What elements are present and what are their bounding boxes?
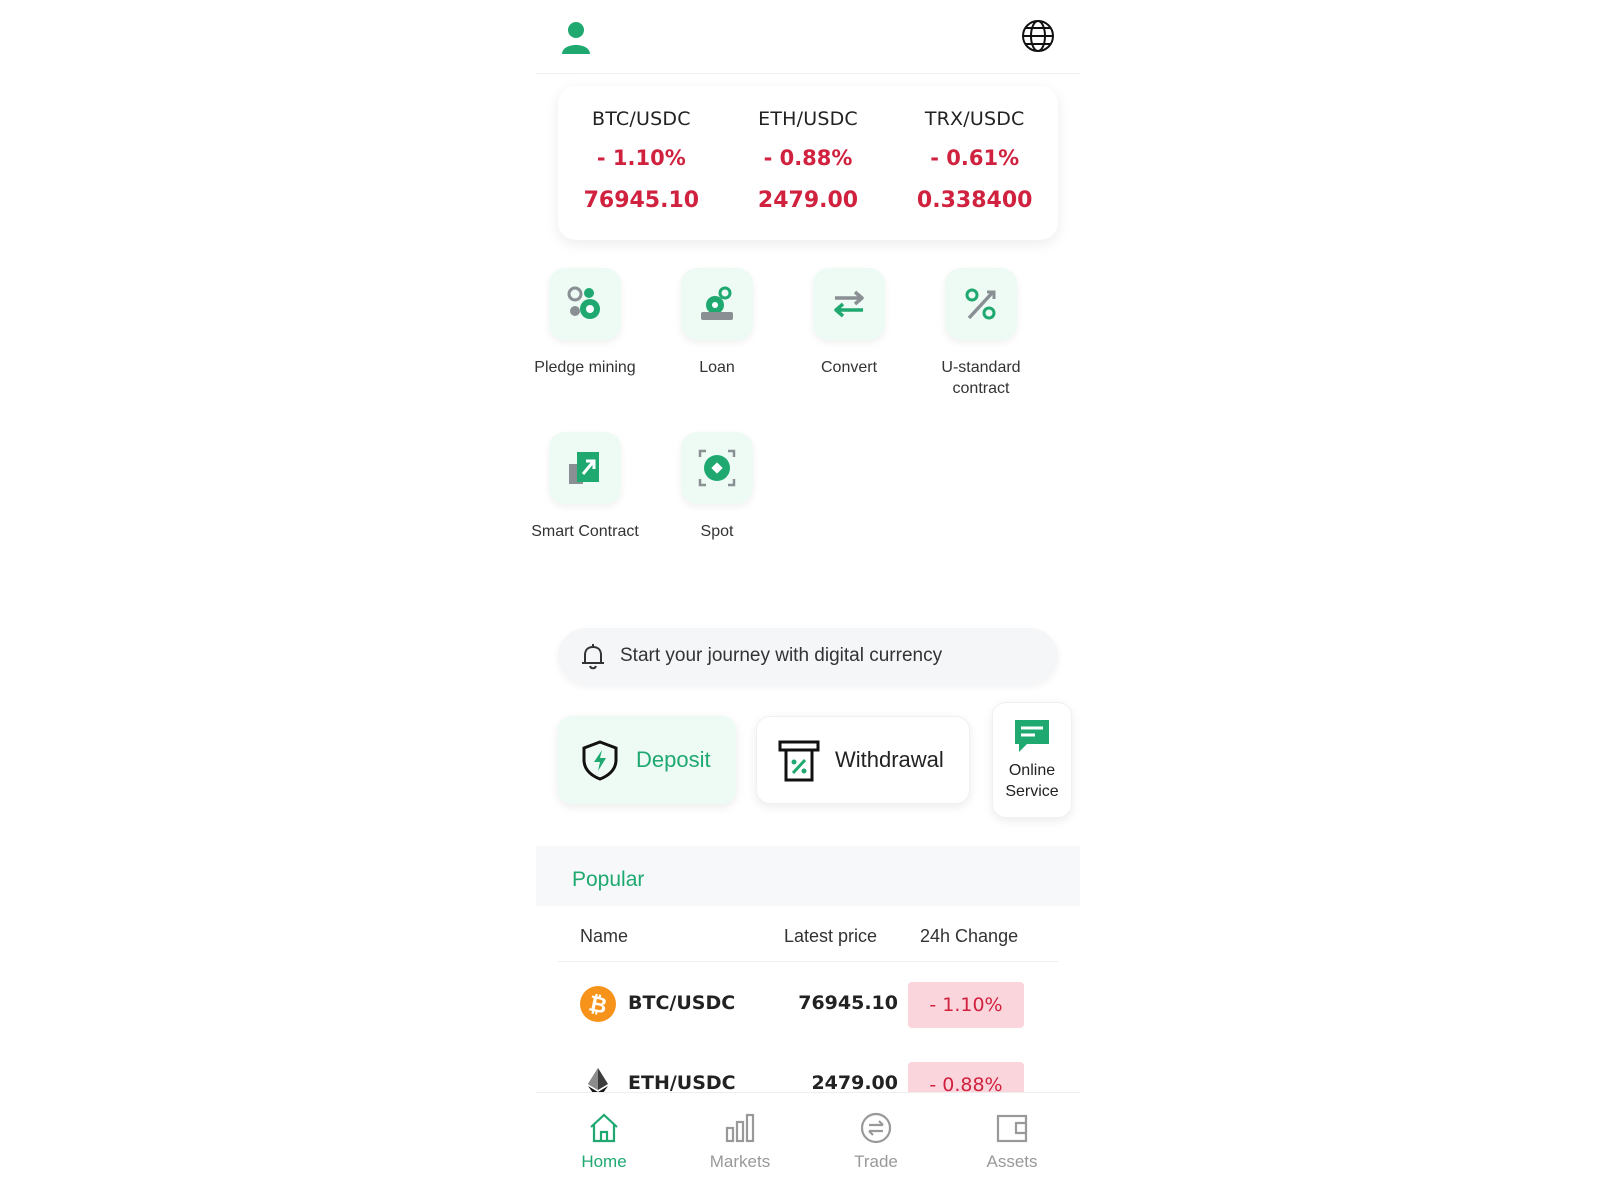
- convert-arrows-icon: [834, 290, 864, 318]
- row-pair: BTC/USDC: [628, 992, 736, 1014]
- user-avatar-icon[interactable]: [560, 20, 592, 56]
- app-screen: BTC/USDC - 1.10% 76945.10 ETH/USDC - 0.8…: [531, 0, 1080, 1200]
- nav-label: Trade: [854, 1152, 898, 1171]
- percent-icon: [965, 288, 996, 320]
- ticker-item-trx[interactable]: TRX/USDC - 0.61% 0.338400: [891, 86, 1058, 240]
- feature-loan[interactable]: Loan: [662, 268, 772, 378]
- ethereum-icon: [588, 1068, 608, 1092]
- globe-icon[interactable]: [1020, 18, 1056, 54]
- row-pair: ETH/USDC: [628, 1072, 736, 1092]
- feature-label: Smart Contract: [531, 523, 639, 540]
- column-name: Name: [580, 926, 629, 946]
- withdrawal-label: Withdrawal: [835, 747, 944, 772]
- ticker-change: - 1.10%: [596, 146, 686, 170]
- loan-icon: [701, 286, 733, 320]
- popular-title[interactable]: Popular: [572, 868, 644, 892]
- feature-label: U-standard contract: [941, 359, 1021, 397]
- pledge-mining-icon: [567, 286, 600, 319]
- ticker-item-eth[interactable]: ETH/USDC - 0.88% 2479.00: [725, 86, 892, 240]
- chat-message-icon: [1015, 720, 1049, 752]
- feature-label: Pledge mining: [534, 359, 636, 376]
- deposit-button[interactable]: Deposit: [558, 716, 736, 804]
- ticker-item-btc[interactable]: BTC/USDC - 1.10% 76945.10: [558, 86, 725, 240]
- column-24h-change: 24h Change: [920, 926, 1019, 946]
- ticker-pair: BTC/USDC: [592, 108, 691, 130]
- nav-home[interactable]: Home: [536, 1093, 672, 1200]
- spot-icon: [698, 449, 736, 487]
- bottom-navigation: Home Markets Trade Assets: [536, 1092, 1080, 1200]
- bitcoin-icon: ₿: [580, 986, 616, 1022]
- popular-table-header: Name Latest price 24h Change: [558, 906, 1058, 962]
- feature-tile: [681, 268, 753, 340]
- trade-icon: [860, 1112, 892, 1144]
- row-change-badge: - 0.88%: [908, 1062, 1024, 1092]
- feature-label: Convert: [820, 359, 878, 376]
- ticker-card: BTC/USDC - 1.10% 76945.10 ETH/USDC - 0.8…: [558, 86, 1058, 240]
- deposit-label: Deposit: [636, 747, 711, 772]
- nav-markets[interactable]: Markets: [672, 1093, 808, 1200]
- feature-label: Spot: [700, 523, 734, 540]
- table-row[interactable]: ₿ BTC/USDC 76945.10 - 1.10%: [558, 970, 1058, 1040]
- nav-trade[interactable]: Trade: [808, 1093, 944, 1200]
- feature-convert[interactable]: Convert: [794, 268, 904, 378]
- ticker-price: 0.338400: [916, 188, 1033, 213]
- feature-label: Loan: [699, 359, 735, 376]
- service-line-2: Service: [1005, 783, 1059, 800]
- bell-icon: [582, 644, 604, 670]
- wallet-icon: [996, 1114, 1028, 1143]
- feature-u-standard-contract[interactable]: U-standard contract: [926, 268, 1036, 399]
- row-price: 76945.10: [798, 992, 898, 1014]
- feature-spot[interactable]: Spot: [662, 432, 772, 542]
- online-service-label: Online Service: [1005, 760, 1058, 802]
- smart-contract-icon: [569, 452, 599, 484]
- feature-tile: [945, 268, 1017, 340]
- nav-label: Home: [581, 1152, 627, 1171]
- row-change-badge: - 1.10%: [908, 982, 1024, 1028]
- ticker-change: - 0.61%: [930, 146, 1020, 170]
- popular-section-header: Popular: [536, 846, 1080, 906]
- feature-pledge-mining[interactable]: Pledge mining: [530, 268, 640, 378]
- ticker-price: 2479.00: [757, 188, 859, 213]
- feature-tile: [549, 268, 621, 340]
- row-price: 2479.00: [811, 1072, 898, 1092]
- feature-tile: [549, 432, 621, 504]
- home-icon: [590, 1113, 618, 1143]
- feature-tile: [681, 432, 753, 504]
- ticker-change: - 0.88%: [763, 146, 853, 170]
- shield-lightning-icon: [582, 740, 618, 781]
- table-row[interactable]: ETH/USDC 2479.00 - 0.88%: [558, 1050, 1058, 1092]
- feature-tile: [813, 268, 885, 340]
- header: [536, 0, 1080, 74]
- nav-label: Assets: [986, 1152, 1038, 1171]
- nav-assets[interactable]: Assets: [944, 1093, 1080, 1200]
- service-line-1: Online: [1008, 762, 1056, 779]
- column-latest-price: Latest price: [784, 926, 878, 946]
- announcement-text: Start your journey with digital currency: [620, 645, 943, 666]
- announcement-bar[interactable]: Start your journey with digital currency: [558, 628, 1058, 684]
- feature-smart-contract[interactable]: Smart Contract: [530, 432, 640, 542]
- online-service-button[interactable]: Online Service: [992, 702, 1072, 818]
- withdrawal-button[interactable]: Withdrawal: [756, 716, 970, 804]
- bar-chart-icon: [725, 1113, 755, 1143]
- ticker-pair: ETH/USDC: [758, 108, 858, 130]
- nav-label: Markets: [709, 1152, 771, 1171]
- ticker-price: 76945.10: [583, 188, 700, 213]
- atm-receipt-icon: [778, 740, 820, 782]
- ticker-pair: TRX/USDC: [924, 108, 1025, 130]
